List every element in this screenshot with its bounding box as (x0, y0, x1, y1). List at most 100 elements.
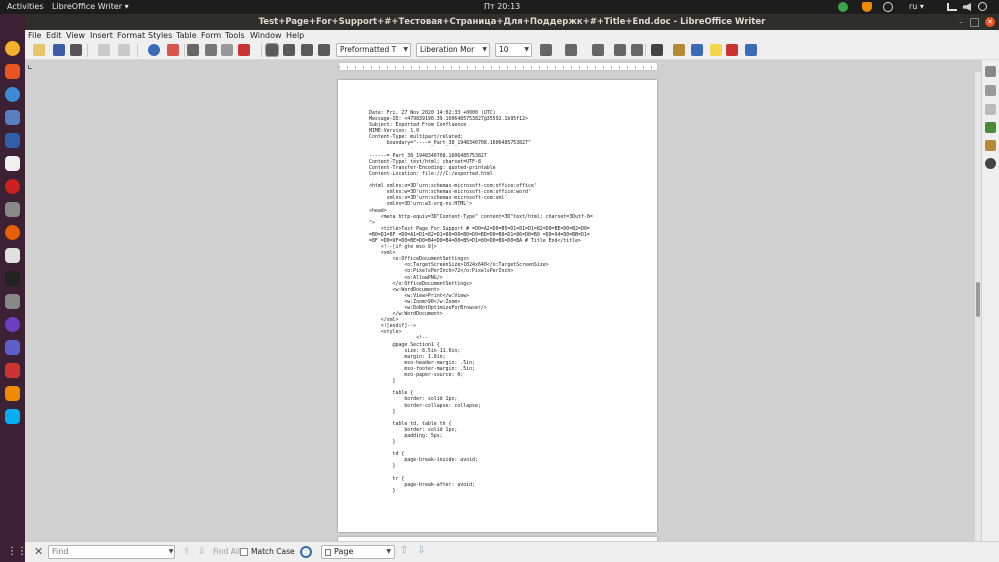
match-case-label[interactable]: Match Case (251, 546, 295, 558)
update-indicator-icon[interactable] (838, 2, 848, 12)
vlc-indicator-icon[interactable] (862, 2, 872, 12)
find-all-button[interactable]: Find All (213, 546, 240, 558)
tab-stop-selector[interactable] (28, 65, 32, 69)
teams-icon[interactable] (5, 340, 20, 355)
menu-window[interactable]: Window (250, 30, 282, 41)
chevron-down-icon[interactable]: ▼ (403, 44, 408, 56)
page-icon[interactable] (985, 104, 996, 115)
insert-hyperlink-icon[interactable] (691, 44, 703, 56)
scrollbar-thumb[interactable] (976, 282, 980, 317)
maximize-icon[interactable] (970, 18, 979, 27)
navigator-icon[interactable] (985, 158, 996, 169)
close-icon[interactable]: ✕ (34, 546, 43, 558)
screenshot-icon[interactable] (5, 294, 20, 309)
open-icon[interactable] (33, 44, 45, 56)
menu-view[interactable]: View (66, 30, 85, 41)
align-left-icon[interactable] (265, 43, 279, 57)
font-color-icon[interactable] (238, 44, 250, 56)
chevron-down-icon[interactable]: ▼ (482, 44, 487, 56)
properties-icon[interactable] (985, 85, 996, 96)
find-input[interactable]: Find (48, 545, 175, 559)
accessibility-icon[interactable] (883, 2, 893, 12)
clone-formatting-icon[interactable] (167, 44, 179, 56)
menu-styles[interactable]: Styles (148, 30, 172, 41)
track-changes-icon[interactable] (726, 44, 738, 56)
chevron-down-icon[interactable]: ▼ (386, 546, 391, 558)
justify-icon[interactable] (318, 44, 330, 56)
settings-icon[interactable] (5, 202, 20, 217)
vlc-icon[interactable] (5, 386, 20, 401)
chevron-down-icon[interactable]: ▼ (524, 44, 529, 56)
find-replace-icon[interactable] (148, 44, 160, 56)
language-selector[interactable]: ru ▾ (909, 0, 924, 14)
paragraph-style-combo[interactable]: Preformatted T ▼ (336, 43, 411, 57)
print-icon[interactable] (70, 44, 82, 56)
opera-icon[interactable] (5, 179, 20, 194)
writer-icon[interactable] (5, 133, 20, 148)
skype-icon[interactable] (5, 409, 20, 424)
menu-insert[interactable]: Insert (90, 30, 113, 41)
clock[interactable]: Пт 20:13 (484, 0, 520, 14)
text-editor-icon[interactable] (5, 110, 20, 125)
volume-icon[interactable] (963, 3, 971, 11)
chevron-down-icon[interactable]: ▼ (165, 545, 177, 559)
find-next-icon[interactable]: ⇩ (198, 546, 206, 558)
increase-indent-icon[interactable] (614, 44, 626, 56)
menu-tools[interactable]: Tools (225, 30, 245, 41)
save-icon[interactable] (53, 44, 65, 56)
formatting-marks-icon[interactable] (745, 44, 757, 56)
font-size-combo[interactable]: 10 ▼ (495, 43, 532, 57)
character-icon[interactable] (187, 44, 199, 56)
minimize-icon[interactable]: – (956, 17, 966, 27)
insert-table-icon[interactable] (651, 44, 663, 56)
chrome-icon[interactable] (5, 41, 20, 56)
font-name-combo[interactable]: Liberation Mor ▼ (416, 43, 490, 57)
horizontal-ruler[interactable] (338, 62, 658, 71)
find-previous-icon[interactable]: ⇧ (183, 546, 191, 558)
find-replace-icon[interactable] (300, 546, 312, 558)
menu-help[interactable]: Help (286, 30, 304, 41)
styles-icon[interactable] (985, 122, 996, 133)
menu-format[interactable]: Format (117, 30, 145, 41)
show-apps-icon[interactable]: ⋮⋮ (7, 546, 27, 557)
menu-edit[interactable]: Edit (46, 30, 62, 41)
search-type-select[interactable]: Page ▼ (321, 545, 395, 559)
terminal-icon[interactable] (5, 271, 20, 286)
menu-form[interactable]: Form (201, 30, 221, 41)
document-page[interactable]: Date: Fri, 27 Nov 2020 14:02:33 +0000 (U… (338, 80, 657, 532)
sidebar-menu-icon[interactable] (985, 66, 996, 77)
app-menu[interactable]: LibreOffice Writer ▾ (52, 0, 129, 14)
software-center-icon[interactable] (5, 64, 20, 79)
outline-list-icon[interactable] (592, 44, 604, 56)
numbered-list-icon[interactable] (565, 44, 577, 56)
sidebar-deck (981, 60, 999, 541)
menu-file[interactable]: File (28, 30, 41, 41)
redo-icon[interactable] (118, 44, 130, 56)
network-icon[interactable] (947, 3, 957, 11)
italic-icon[interactable] (205, 44, 217, 56)
insert-image-icon[interactable] (673, 44, 685, 56)
strikethrough-icon[interactable] (221, 44, 233, 56)
search-next-icon[interactable]: ⇩ (417, 545, 425, 557)
close-icon[interactable]: ✕ (985, 17, 995, 27)
search-previous-icon[interactable]: ⇧ (400, 545, 408, 557)
activities-button[interactable]: Activities (7, 0, 44, 14)
system-top-bar: Activities LibreOffice Writer ▾ Пт 20:13… (0, 0, 999, 14)
bullet-list-icon[interactable] (540, 44, 552, 56)
gallery-icon[interactable] (985, 140, 996, 151)
menu-table[interactable]: Table (176, 30, 197, 41)
decrease-indent-icon[interactable] (631, 44, 643, 56)
match-case-checkbox[interactable] (240, 548, 248, 556)
document-icon[interactable] (5, 156, 20, 171)
undo-icon[interactable] (98, 44, 110, 56)
align-center-icon[interactable] (283, 44, 295, 56)
browser-icon[interactable] (5, 87, 20, 102)
firefox-icon[interactable] (5, 225, 20, 240)
power-icon[interactable] (978, 2, 987, 11)
files-icon[interactable] (5, 248, 20, 263)
viber-icon[interactable] (5, 317, 20, 332)
impress-icon[interactable] (5, 363, 20, 378)
insert-comment-icon[interactable] (710, 44, 722, 56)
toolbar-separator (87, 44, 88, 57)
align-right-icon[interactable] (301, 44, 313, 56)
